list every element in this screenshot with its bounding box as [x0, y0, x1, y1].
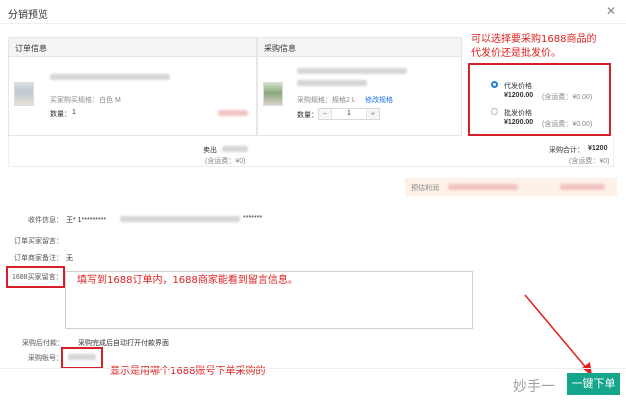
- recipient-tail: *******: [243, 215, 263, 222]
- purchase-account-label: 采购账号：: [28, 355, 63, 362]
- order-info-panel: 订单信息: [8, 37, 257, 136]
- wholesale-price: ¥1200.00: [504, 119, 534, 126]
- stepper-value[interactable]: 1: [331, 109, 367, 119]
- dialog-title-bar: 分销预览 ✕: [0, 0, 626, 24]
- order-product-thumbnail: [14, 82, 34, 106]
- purchase-total-label: 采购合计：: [549, 147, 584, 154]
- wholesale-radio[interactable]: [491, 108, 498, 115]
- recipient-address-blurred: [120, 216, 240, 222]
- buyer-1688-message-label: 1688买家留言：: [12, 274, 63, 281]
- close-icon[interactable]: ✕: [606, 4, 616, 18]
- purchase-product-name-blurred: [297, 68, 407, 74]
- stepper-plus-button[interactable]: +: [367, 109, 379, 119]
- purchase-info-panel: 采购信息: [257, 37, 462, 136]
- wholesale-label[interactable]: 批发价格: [504, 108, 532, 118]
- purchase-freight: (含运费：¥0): [569, 158, 610, 165]
- sold-freight: (含运费：¥0): [205, 158, 246, 165]
- annotation-price-choice-line1: 可以选择要采购1688商品的: [471, 34, 597, 45]
- order-buyer-message-label: 订单买家留言：: [14, 238, 63, 245]
- estimated-profit-blurred: [448, 184, 518, 190]
- purchase-spec: 采购规格：规格2 L: [297, 97, 356, 104]
- purchase-product-name-blurred-2: [297, 80, 367, 86]
- modify-spec-link[interactable]: 修改规格: [365, 95, 393, 105]
- annotation-account: 显示是用哪个1688账号下单采购的: [110, 366, 266, 377]
- sold-label: 卖出: [203, 147, 217, 154]
- order-price-blurred: [218, 110, 248, 116]
- order-info-header: 订单信息: [9, 38, 256, 57]
- one-click-order-button[interactable]: 一键下单: [567, 373, 620, 395]
- order-seller-note-value: 无: [66, 255, 73, 262]
- purchase-total-value: ¥1200: [588, 145, 608, 152]
- purchase-info-header: 采购信息: [258, 38, 461, 57]
- order-quantity-label: 数量：: [50, 111, 71, 118]
- sold-amount-blurred: [222, 146, 248, 152]
- dropship-freight: (含运费：¥0.00): [542, 94, 593, 101]
- footer-divider: [0, 368, 626, 369]
- arrow-to-submit-icon: [524, 294, 592, 376]
- purchase-product-thumbnail: [263, 82, 283, 106]
- order-spec: 买家购买规格：白色 M: [50, 97, 121, 104]
- purchase-quantity-label: 数量：: [297, 112, 318, 119]
- wholesale-freight: (含运费：¥0.00): [542, 121, 593, 128]
- estimated-profit-label: 预估利润: [411, 185, 439, 192]
- dropship-radio[interactable]: [491, 81, 498, 88]
- order-quantity-value: 1: [72, 109, 76, 116]
- order-info-title: 订单信息: [15, 44, 47, 53]
- dropship-price: ¥1200.00: [504, 92, 534, 99]
- order-product-name-blurred: [50, 74, 170, 80]
- purchase-quantity-stepper[interactable]: − 1 +: [318, 108, 380, 120]
- totals-row: [8, 137, 614, 167]
- estimated-profit-blurred-2: [560, 184, 605, 190]
- stepper-minus-button[interactable]: −: [319, 109, 331, 119]
- purchase-account-blurred: [68, 354, 96, 360]
- order-seller-note-label: 订单商家备注：: [14, 255, 63, 262]
- recipient-label: 收件信息：: [28, 217, 63, 224]
- annotation-message: 填写到1688订单内，1688商家能看到留言信息。: [77, 275, 298, 286]
- recipient-value: 王* 1*********: [66, 217, 107, 224]
- dialog-title: 分销预览: [8, 10, 48, 21]
- watermark-text: 妙手一: [513, 379, 555, 395]
- annotation-price-choice-line2: 代发价还是批发价。: [471, 48, 561, 59]
- dropship-label[interactable]: 代发价格: [504, 81, 532, 91]
- after-purchase-label: 采购后付款：: [22, 340, 64, 347]
- purchase-info-title: 采购信息: [264, 44, 296, 53]
